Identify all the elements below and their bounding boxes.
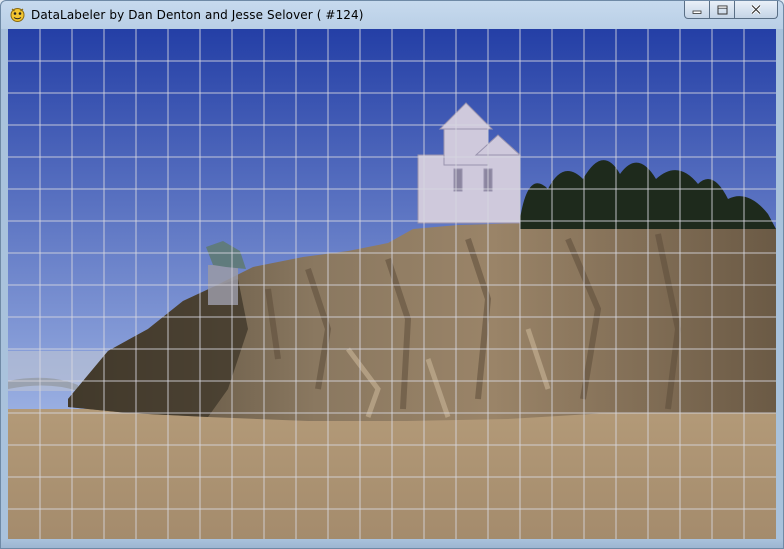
maximize-icon <box>717 5 728 15</box>
close-button[interactable] <box>735 1 778 19</box>
window-controls <box>684 1 778 20</box>
minimize-button[interactable] <box>684 1 710 19</box>
labeling-canvas[interactable] <box>8 29 776 541</box>
title-bar[interactable]: DataLabeler by Dan Denton and Jesse Selo… <box>1 1 783 29</box>
window-title: DataLabeler by Dan Denton and Jesse Selo… <box>31 8 364 22</box>
photo-scene <box>8 29 776 541</box>
app-window: DataLabeler by Dan Denton and Jesse Selo… <box>0 0 784 549</box>
maximize-button[interactable] <box>710 1 735 19</box>
minimize-icon <box>692 5 702 15</box>
close-icon <box>750 4 762 15</box>
pygame-snake-icon <box>9 6 26 23</box>
window-frame-bottom <box>1 539 783 548</box>
